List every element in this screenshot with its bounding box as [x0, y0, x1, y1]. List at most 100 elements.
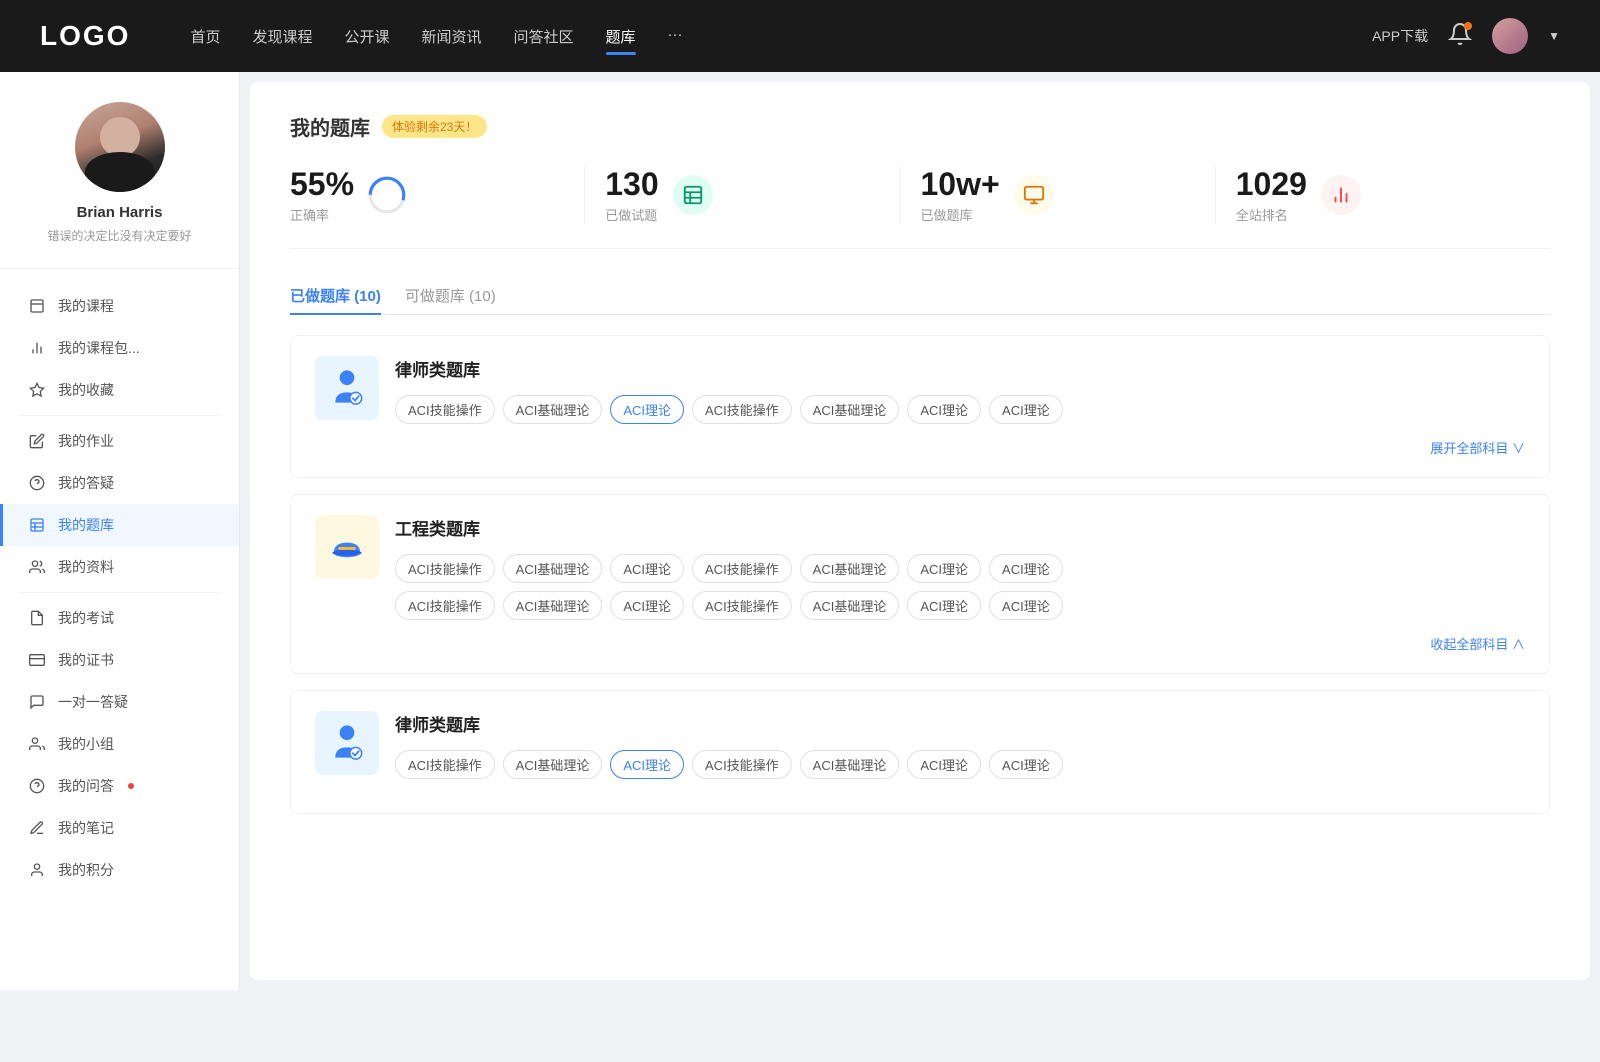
- sidebar-item-label: 我的积分: [58, 860, 114, 880]
- qbank-tags-lawyer: ACI技能操作 ACI基础理论 ACI理论 ACI技能操作 ACI基础理论 AC…: [395, 395, 1525, 424]
- stat-ranking: 1029 全站排名: [1236, 165, 1530, 224]
- sidebar-item-my-qa[interactable]: 我的答疑: [0, 462, 239, 504]
- tag-item[interactable]: ACI技能操作: [395, 554, 495, 583]
- tag-item[interactable]: ACI基础理论: [800, 750, 900, 779]
- divider: [20, 592, 219, 593]
- tab-done[interactable]: 已做题库 (10): [290, 277, 381, 314]
- chevron-down-icon[interactable]: ▼: [1548, 29, 1560, 43]
- sidebar: Brian Harris 错误的决定比没有决定要好 我的课程 我的课程包...: [0, 72, 240, 990]
- nav-open-course[interactable]: 公开课: [344, 22, 389, 51]
- sidebar-item-points[interactable]: 我的积分: [0, 849, 239, 891]
- lawyer-bank-icon-2: [315, 711, 379, 775]
- sidebar-item-my-questions[interactable]: 我的问答: [0, 765, 239, 807]
- document-icon: [28, 297, 46, 315]
- sidebar-item-my-exam[interactable]: 我的考试: [0, 597, 239, 639]
- nav-news[interactable]: 新闻资讯: [422, 22, 482, 51]
- nav-more[interactable]: ···: [668, 22, 683, 51]
- navbar: LOGO 首页 发现课程 公开课 新闻资讯 问答社区 题库 ··· APP下载 …: [0, 0, 1600, 72]
- main-layout: Brian Harris 错误的决定比没有决定要好 我的课程 我的课程包...: [0, 72, 1600, 990]
- nav-menu: 首页 发现课程 公开课 新闻资讯 问答社区 题库 ···: [190, 22, 1372, 51]
- qbank-card-engineering: 工程类题库 ACI技能操作 ACI基础理论 ACI理论 ACI技能操作 ACI基…: [290, 494, 1550, 674]
- tag-item[interactable]: ACI理论: [907, 591, 981, 620]
- nav-home[interactable]: 首页: [190, 22, 220, 51]
- tag-item[interactable]: ACI理论: [610, 554, 684, 583]
- stat-value-done: 130: [605, 165, 658, 203]
- tag-item[interactable]: ACI理论: [989, 395, 1063, 424]
- certificate-icon: [28, 651, 46, 669]
- tag-item[interactable]: ACI基础理论: [800, 591, 900, 620]
- tag-item[interactable]: ACI技能操作: [395, 395, 495, 424]
- trial-badge: 体验剩余23天！: [382, 115, 487, 138]
- chart-icon: [28, 339, 46, 357]
- tag-item[interactable]: ACI理论: [989, 554, 1063, 583]
- sidebar-item-certificate[interactable]: 我的证书: [0, 639, 239, 681]
- stat-done-banks: 10w+ 已做题库: [921, 165, 1216, 224]
- group-icon: [28, 735, 46, 753]
- sidebar-item-my-group[interactable]: 我的小组: [0, 723, 239, 765]
- tag-item[interactable]: ACI技能操作: [692, 554, 792, 583]
- nav-qa[interactable]: 问答社区: [514, 22, 574, 51]
- sidebar-item-label: 我的收藏: [58, 380, 114, 400]
- tag-item[interactable]: ACI理论: [610, 591, 684, 620]
- nav-discover[interactable]: 发现课程: [252, 22, 312, 51]
- tag-item[interactable]: ACI技能操作: [692, 591, 792, 620]
- tag-item[interactable]: ACI基础理论: [503, 395, 603, 424]
- exam-icon: [28, 609, 46, 627]
- qbank-tags-engineering-row1: ACI技能操作 ACI基础理论 ACI理论 ACI技能操作 ACI基础理论 AC…: [395, 554, 1525, 583]
- tag-item[interactable]: ACI理论: [907, 750, 981, 779]
- stat-label-rank: 全站排名: [1236, 205, 1307, 224]
- engineering-bank-icon: [315, 515, 379, 579]
- tag-item-active[interactable]: ACI理论: [610, 750, 684, 779]
- profile-section: Brian Harris 错误的决定比没有决定要好: [0, 102, 239, 269]
- tag-item[interactable]: ACI技能操作: [395, 591, 495, 620]
- notification-dot: [1464, 22, 1472, 30]
- bank-icon: [28, 516, 46, 534]
- nav-questions[interactable]: 题库: [606, 22, 636, 51]
- stat-label-done: 已做试题: [605, 205, 658, 224]
- navbar-right: APP下载 ▼: [1372, 18, 1560, 54]
- tag-item[interactable]: ACI理论: [989, 750, 1063, 779]
- sidebar-item-question-bank[interactable]: 我的题库: [0, 504, 239, 546]
- tag-item[interactable]: ACI技能操作: [395, 750, 495, 779]
- tag-item-active[interactable]: ACI理论: [610, 395, 684, 424]
- sidebar-item-course-packages[interactable]: 我的课程包...: [0, 327, 239, 369]
- page-title: 我的题库: [290, 112, 370, 141]
- stats-row: 55% 正确率 130 已做试题: [290, 165, 1550, 249]
- avatar[interactable]: [1492, 18, 1528, 54]
- expand-button-lawyer[interactable]: 展开全部科目 ∨: [315, 438, 1525, 457]
- banks-icon: [1014, 175, 1054, 215]
- tab-available[interactable]: 可做题库 (10): [405, 277, 496, 314]
- tag-item[interactable]: ACI技能操作: [692, 750, 792, 779]
- sidebar-item-label: 我的课程包...: [58, 338, 140, 358]
- app-download-button[interactable]: APP下载: [1372, 26, 1428, 46]
- notification-dot: [128, 783, 134, 789]
- sidebar-item-my-data[interactable]: 我的资料: [0, 546, 239, 588]
- qbank-header: 律师类题库 ACI技能操作 ACI基础理论 ACI理论 ACI技能操作 ACI基…: [315, 711, 1525, 779]
- qbank-title-lawyer-2: 律师类题库: [395, 711, 1525, 736]
- collapse-button-engineering[interactable]: 收起全部科目 ∧: [315, 634, 1525, 653]
- tag-item[interactable]: ACI基础理论: [503, 750, 603, 779]
- tag-item[interactable]: ACI基础理论: [503, 591, 603, 620]
- divider: [20, 415, 219, 416]
- tag-item[interactable]: ACI技能操作: [692, 395, 792, 424]
- tag-item[interactable]: ACI基础理论: [800, 554, 900, 583]
- logo[interactable]: LOGO: [40, 20, 130, 52]
- accuracy-donut-chart: [368, 176, 406, 214]
- question-bank-tabs: 已做题库 (10) 可做题库 (10): [290, 277, 1550, 315]
- tag-item[interactable]: ACI理论: [907, 554, 981, 583]
- sidebar-item-homework[interactable]: 我的作业: [0, 420, 239, 462]
- sidebar-item-one-on-one[interactable]: 一对一答疑: [0, 681, 239, 723]
- sidebar-item-label: 我的资料: [58, 557, 114, 577]
- profile-avatar[interactable]: [75, 102, 165, 192]
- main-content: 我的题库 体验剩余23天！ 55% 正确率 130 已做试题: [250, 82, 1590, 980]
- tag-item[interactable]: ACI基础理论: [800, 395, 900, 424]
- sidebar-item-my-courses[interactable]: 我的课程: [0, 285, 239, 327]
- sidebar-item-notes[interactable]: 我的笔记: [0, 807, 239, 849]
- notification-bell[interactable]: [1448, 22, 1472, 51]
- tag-item[interactable]: ACI理论: [989, 591, 1063, 620]
- tag-item[interactable]: ACI基础理论: [503, 554, 603, 583]
- ranking-icon: [1321, 175, 1361, 215]
- stat-value-rank: 1029: [1236, 165, 1307, 203]
- sidebar-item-favorites[interactable]: 我的收藏: [0, 369, 239, 411]
- tag-item[interactable]: ACI理论: [907, 395, 981, 424]
